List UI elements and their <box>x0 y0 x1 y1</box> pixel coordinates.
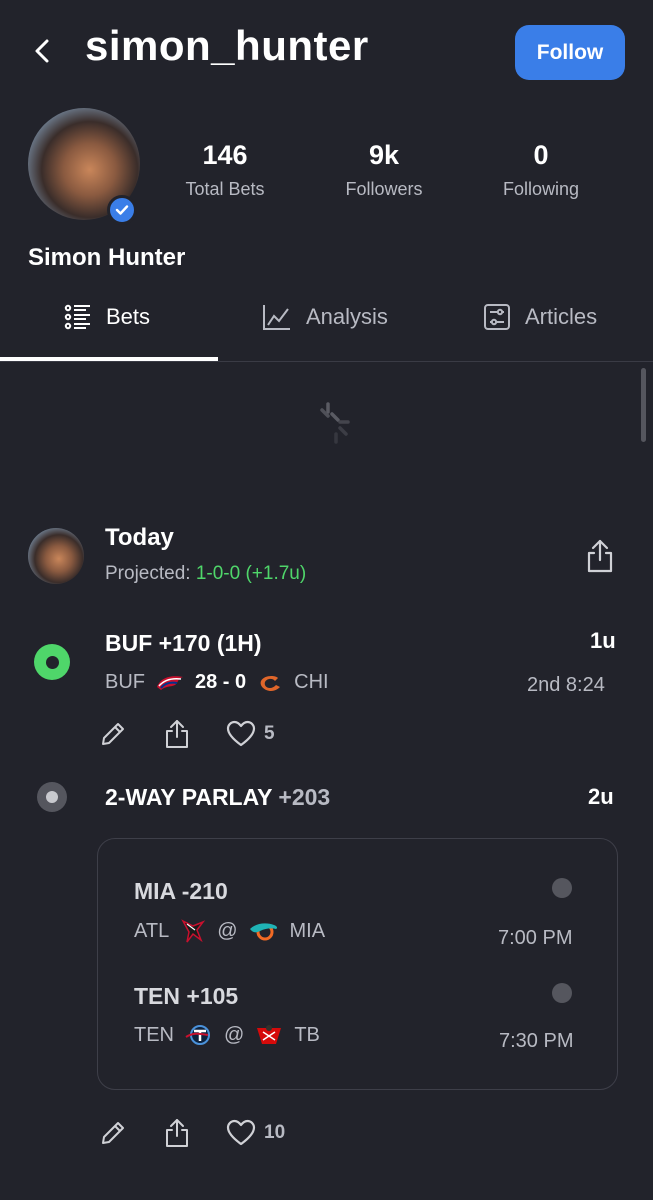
parlay-label: 2-WAY PARLAY <box>105 784 273 810</box>
leg-time: 7:00 PM <box>498 927 573 949</box>
tab-label: Articles <box>525 304 598 329</box>
stat-value: 146 <box>202 140 248 170</box>
articles-icon <box>484 304 510 330</box>
like-button[interactable] <box>226 1118 256 1148</box>
bet-matchup: BUF 28 - 0 CHI <box>105 671 329 694</box>
active-tab-indicator <box>0 357 218 361</box>
leg-matchup: TEN @ TB <box>134 1022 320 1048</box>
at-symbol: @ <box>224 1023 245 1046</box>
dolphins-logo-icon <box>248 919 280 943</box>
team-name: CHI <box>294 671 329 693</box>
share-bet-button[interactable] <box>162 1118 192 1148</box>
projected-record: Projected: 1-0-0 (+1.7u) <box>105 563 306 585</box>
bet-score: 28 - 0 <box>195 671 247 693</box>
list-icon <box>64 304 90 330</box>
bet-actions: 5 <box>98 719 275 749</box>
leg-matchup: ATL @ MIA <box>134 918 325 944</box>
bills-logo-icon <box>155 673 185 693</box>
scrollbar[interactable] <box>641 368 646 442</box>
heart-icon <box>226 1119 256 1146</box>
bears-logo-icon <box>256 673 284 693</box>
bet-actions: 10 <box>98 1118 285 1148</box>
profile-full-name: Simon Hunter <box>28 244 186 271</box>
stat-total-bets[interactable]: 146 Total Bets <box>145 140 305 200</box>
team-name: TB <box>294 1023 320 1046</box>
team-name: MIA <box>289 919 326 942</box>
falcons-logo-icon <box>179 918 207 944</box>
stat-value: 9k <box>368 140 400 170</box>
share-icon <box>166 1119 188 1147</box>
leg-time: 7:30 PM <box>499 1030 574 1052</box>
tab-label: Bets <box>106 304 151 329</box>
share-icon <box>587 539 613 573</box>
tab-articles[interactable]: Articles <box>483 295 597 339</box>
loading-spinner-icon <box>318 398 358 448</box>
tab-bets[interactable]: Bets <box>64 295 150 339</box>
verified-badge-icon <box>107 195 137 225</box>
tab-label: Analysis <box>306 304 388 329</box>
team-name: TEN <box>134 1023 174 1046</box>
projected-value: 1-0-0 (+1.7u) <box>195 563 307 584</box>
like-button[interactable] <box>226 719 256 749</box>
leg-status-icon <box>552 983 572 1003</box>
profile-username: simon_hunter <box>85 22 369 69</box>
team-name: BUF <box>105 671 145 693</box>
pencil-icon <box>102 723 124 745</box>
stat-label: Followers <box>345 179 423 199</box>
stat-label: Following <box>502 179 580 199</box>
leg-title: TEN +105 <box>134 983 239 1009</box>
bet-status-live-icon <box>34 644 70 680</box>
bet-title[interactable]: BUF +170 (1H) <box>105 630 262 657</box>
avatar-small[interactable] <box>28 528 84 584</box>
follow-button[interactable]: Follow <box>515 25 625 80</box>
team-name: ATL <box>134 919 170 942</box>
tab-divider <box>0 361 653 362</box>
share-icon <box>166 720 188 748</box>
buccaneers-logo-icon <box>254 1022 284 1048</box>
edit-button[interactable] <box>98 1118 128 1148</box>
like-count: 10 <box>264 1122 286 1143</box>
parlay-odds: +203 <box>278 784 331 810</box>
heart-icon <box>226 720 256 747</box>
stat-followers[interactable]: 9k Followers <box>304 140 464 200</box>
stat-label: Total Bets <box>185 179 265 199</box>
bet-units: 1u <box>590 628 616 653</box>
projected-label: Projected: <box>105 563 191 584</box>
share-button[interactable] <box>585 538 615 574</box>
tab-analysis[interactable]: Analysis <box>262 295 388 339</box>
titans-logo-icon <box>184 1023 214 1047</box>
like-count: 5 <box>264 723 275 744</box>
back-button[interactable] <box>28 30 56 72</box>
feed-day-title: Today <box>105 524 174 551</box>
game-clock: 2nd 8:24 <box>527 674 605 696</box>
stat-following[interactable]: 0 Following <box>461 140 621 200</box>
leg-status-icon <box>552 878 572 898</box>
leg-title: MIA -210 <box>134 878 228 904</box>
bet-title[interactable]: 2-WAY PARLAY +203 <box>105 784 330 811</box>
stat-value: 0 <box>533 140 549 170</box>
chevron-left-icon <box>35 39 49 63</box>
bet-units: 2u <box>588 784 614 809</box>
share-bet-button[interactable] <box>162 719 192 749</box>
pencil-icon <box>102 1122 124 1144</box>
edit-button[interactable] <box>98 719 128 749</box>
bet-status-pending-icon <box>37 782 67 812</box>
chart-line-icon <box>263 305 290 330</box>
at-symbol: @ <box>217 919 238 942</box>
